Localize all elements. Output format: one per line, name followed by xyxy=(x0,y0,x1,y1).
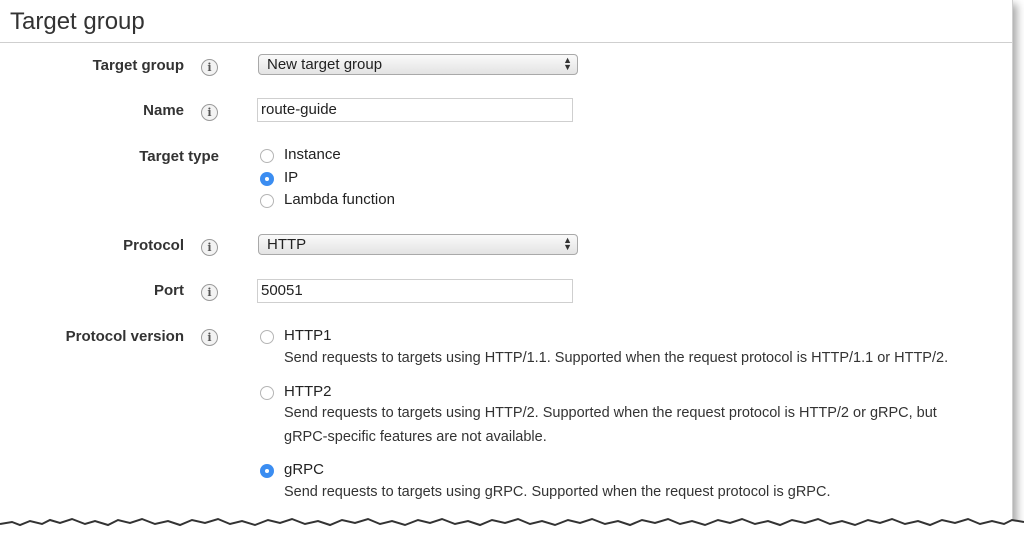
target-group-label: Target group xyxy=(92,57,184,74)
port-label: Port xyxy=(154,282,184,299)
target-group-panel: Target group Target group i New target g… xyxy=(0,0,1013,530)
info-icon[interactable]: i xyxy=(201,104,218,121)
protocol-version-http2-radio[interactable] xyxy=(260,386,274,400)
target-type-lambda-radio[interactable] xyxy=(260,194,274,208)
select-arrows-icon: ▲ ▼ xyxy=(563,235,572,252)
protocol-version-http1-radio[interactable] xyxy=(260,330,274,344)
info-icon[interactable]: i xyxy=(201,239,218,256)
name-input[interactable]: route-guide xyxy=(257,98,573,122)
protocol-version-http2-description-line2: gRPC-specific features are not available… xyxy=(284,429,547,445)
protocol-select-value: HTTP xyxy=(267,236,307,253)
protocol-label: Protocol xyxy=(123,237,184,254)
target-type-lambda-label: Lambda function xyxy=(284,191,395,208)
target-type-instance-radio[interactable] xyxy=(260,149,274,163)
target-group-select[interactable]: New target group ▲ ▼ xyxy=(258,54,578,75)
target-type-instance-label: Instance xyxy=(284,146,341,163)
target-group-select-value: New target group xyxy=(267,56,383,73)
info-icon[interactable]: i xyxy=(201,59,218,76)
target-type-ip-radio[interactable] xyxy=(260,172,274,186)
protocol-select[interactable]: HTTP ▲ ▼ xyxy=(258,234,578,255)
protocol-version-http1-label: HTTP1 xyxy=(284,327,332,344)
name-label: Name xyxy=(143,102,184,119)
protocol-version-http1-description: Send requests to targets using HTTP/1.1.… xyxy=(284,350,949,366)
protocol-version-grpc-radio[interactable] xyxy=(260,464,274,478)
target-type-ip-label: IP xyxy=(284,169,299,186)
protocol-version-label: Protocol version xyxy=(65,328,184,345)
torn-edge xyxy=(0,517,1024,544)
info-icon[interactable]: i xyxy=(201,329,218,346)
info-icon[interactable]: i xyxy=(201,284,218,301)
protocol-version-http2-label: HTTP2 xyxy=(284,383,332,400)
protocol-version-http2-description-line1: Send requests to targets using HTTP/2. S… xyxy=(284,405,937,421)
target-type-label: Target type xyxy=(139,148,219,165)
select-arrows-icon: ▲ ▼ xyxy=(563,55,572,72)
port-input[interactable]: 50051 xyxy=(257,279,573,303)
section-title: Target group xyxy=(10,8,145,35)
protocol-version-grpc-label: gRPC xyxy=(284,461,325,478)
title-divider xyxy=(0,42,1012,43)
protocol-version-grpc-description: Send requests to targets using gRPC. Sup… xyxy=(284,484,831,500)
